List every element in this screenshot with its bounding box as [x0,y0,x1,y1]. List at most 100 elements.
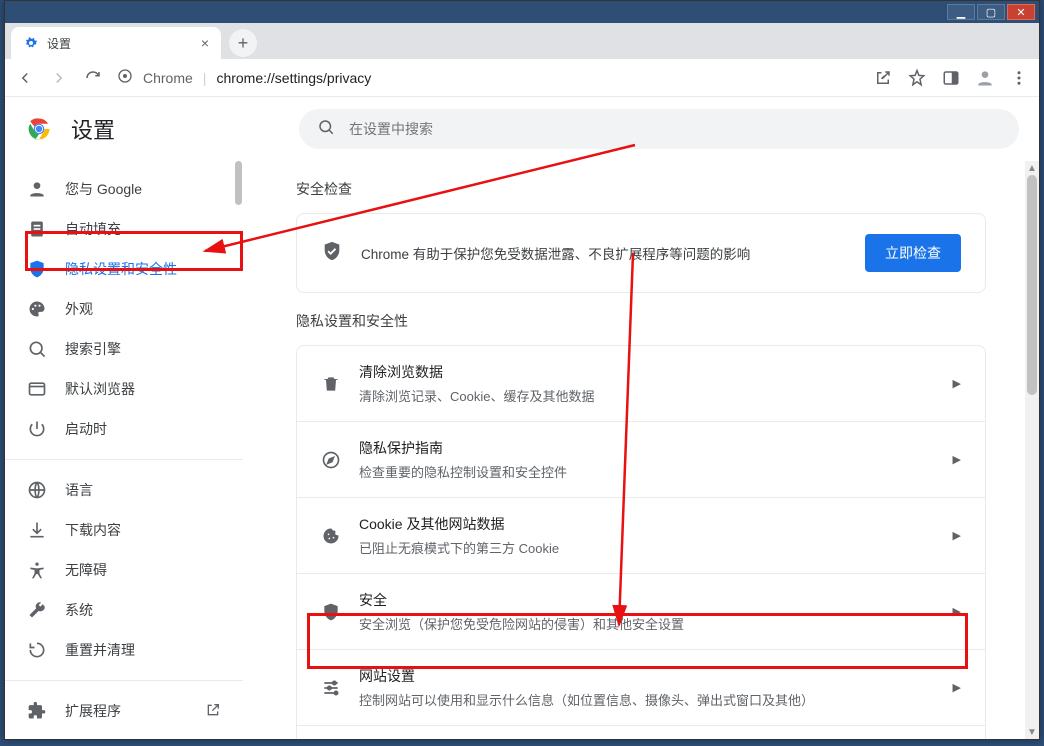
sidebar-item-label: 语言 [65,480,93,500]
sidebar-item-label: 您与 Google [65,179,142,199]
chevron-right-icon: ▶ [953,681,961,694]
sidebar-item-wrench[interactable]: 系统 [5,590,243,630]
sidebar-item-label: 搜索引擎 [65,339,121,359]
bookmark-icon[interactable] [907,68,927,88]
sidebar-item-browser[interactable]: 默认浏览器 [5,369,243,409]
sidebar-item-label: 系统 [65,600,93,620]
sidebar-divider [5,680,243,681]
window-maximize-button[interactable]: ▢ [977,4,1005,20]
sidebar-scrollbar[interactable] [233,161,243,739]
page-title: 设置 [71,113,115,145]
chrome-chip-icon [117,68,133,87]
person-icon [27,179,47,199]
sidepanel-icon[interactable] [941,68,961,88]
extension-icon [27,701,47,721]
back-button[interactable] [15,68,35,88]
settings-main: 安全检查 Chrome 有助于保护您免受数据泄露、不良扩展程序等问题的影响 立即… [243,161,1039,739]
chevron-right-icon: ▶ [953,605,961,618]
privacy-row-cookie[interactable]: Cookie 及其他网站数据已阻止无痕模式下的第三方 Cookie▶ [297,497,985,573]
compass-icon [321,450,341,470]
close-tab-icon[interactable]: × [201,35,209,51]
settings-search[interactable] [299,109,1019,149]
section-title-safety: 安全检查 [296,179,986,199]
trash-icon [321,374,341,394]
url-text: chrome://settings/privacy [216,70,371,86]
search-icon [317,118,335,141]
row-title: Cookie 及其他网站数据 [359,514,935,534]
safety-check-button[interactable]: 立即检查 [865,234,961,272]
tab-strip: 设置 × + [5,23,1039,59]
sidebar-item-person[interactable]: 您与 Google [5,169,243,209]
main-scrollbar[interactable]: ▲ ▼ [1025,161,1039,739]
palette-icon [27,299,47,319]
external-link-icon [205,702,221,721]
window-close-button[interactable]: ✕ [1007,4,1035,20]
safety-text: Chrome 有助于保护您免受数据泄露、不良扩展程序等问题的影响 [361,243,847,263]
tab-title: 设置 [47,35,71,52]
privacy-row-tune[interactable]: 网站设置控制网站可以使用和显示什么信息（如位置信息、摄像头、弹出式窗口及其他）▶ [297,649,985,725]
globe-icon [27,480,47,500]
chrome-chip-label: Chrome [143,70,193,86]
row-subtitle: 已阻止无痕模式下的第三方 Cookie [359,538,935,557]
new-tab-button[interactable]: + [229,29,257,57]
reset-icon [27,640,47,660]
settings-search-input[interactable] [349,121,1001,137]
shield-icon [321,240,343,267]
privacy-row-flask[interactable]: 隐私沙盒试用版功能已开启 [297,725,985,739]
sidebar-item-label: 外观 [65,299,93,319]
privacy-row-shield[interactable]: 安全安全浏览（保护您免受危险网站的侵害）和其他安全设置▶ [297,573,985,649]
window-minimize-button[interactable]: ▁ [947,4,975,20]
settings-header: 设置 [5,97,1039,161]
wrench-icon [27,600,47,620]
sidebar-divider [5,459,243,460]
row-title: 清除浏览数据 [359,362,935,382]
browser-icon [27,379,47,399]
sidebar-item-shield[interactable]: 隐私设置和安全性 [5,249,243,289]
reload-button[interactable] [83,68,103,88]
shield-icon [321,602,341,622]
privacy-row-compass[interactable]: 隐私保护指南检查重要的隐私控制设置和安全控件▶ [297,421,985,497]
sidebar-item-globe[interactable]: 语言 [5,470,243,510]
sidebar-item-download[interactable]: 下载内容 [5,510,243,550]
sidebar-item-label: 扩展程序 [65,701,121,721]
sidebar-item-palette[interactable]: 外观 [5,289,243,329]
settings-sidebar: 您与 Google 自动填充隐私设置和安全性外观搜索引擎默认浏览器启动时 语言下载… [5,161,243,739]
privacy-card: 清除浏览数据清除浏览记录、Cookie、缓存及其他数据▶隐私保护指南检查重要的隐… [296,345,986,739]
scroll-up-icon[interactable]: ▲ [1025,161,1039,175]
sidebar-item-autofill[interactable]: 自动填充 [5,209,243,249]
row-title: 安全 [359,590,935,610]
power-icon [27,419,47,439]
profile-icon[interactable] [975,68,995,88]
sidebar-item-reset[interactable]: 重置并清理 [5,630,243,670]
download-icon [27,520,47,540]
privacy-row-trash[interactable]: 清除浏览数据清除浏览记录、Cookie、缓存及其他数据▶ [297,346,985,421]
search-icon [27,339,47,359]
sidebar-item-power[interactable]: 启动时 [5,409,243,449]
sidebar-item-accessibility[interactable]: 无障碍 [5,550,243,590]
sidebar-item-search[interactable]: 搜索引擎 [5,329,243,369]
sidebar-item-label: 自动填充 [65,219,121,239]
share-icon[interactable] [873,68,893,88]
tune-icon [321,678,341,698]
cookie-icon [321,526,341,546]
forward-button[interactable] [49,68,69,88]
chrome-logo-icon [25,115,53,143]
sidebar-item-label: 启动时 [65,419,107,439]
gear-icon [23,35,39,51]
sidebar-item-label: 下载内容 [65,520,121,540]
window-titlebar: ▁ ▢ ✕ [5,1,1039,23]
autofill-icon [27,219,47,239]
address-bar: Chrome | chrome://settings/privacy [5,59,1039,97]
sidebar-item-label: 重置并清理 [65,640,135,660]
sidebar-item-label: 默认浏览器 [65,379,135,399]
browser-tab-settings[interactable]: 设置 × [11,27,221,59]
menu-icon[interactable] [1009,68,1029,88]
omnibox[interactable]: Chrome | chrome://settings/privacy [117,68,859,87]
chevron-right-icon: ▶ [953,377,961,390]
accessibility-icon [27,560,47,580]
sidebar-item-extension[interactable]: 扩展程序 [5,691,243,731]
sidebar-item-label: 无障碍 [65,560,107,580]
scroll-down-icon[interactable]: ▼ [1025,725,1039,739]
sidebar-item-chrome[interactable]: 关于 Chrome [5,731,243,739]
chevron-right-icon: ▶ [953,453,961,466]
